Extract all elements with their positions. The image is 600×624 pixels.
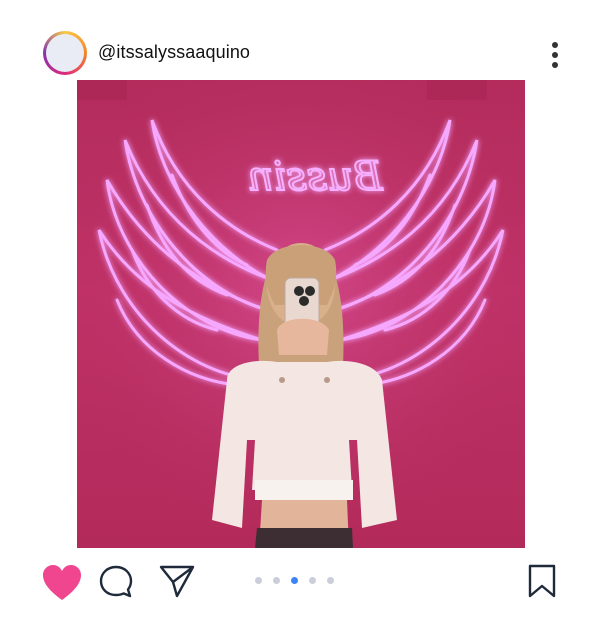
- instagram-post: @itssalyssaaquino Bussin: [0, 0, 600, 624]
- heart-icon[interactable]: [41, 562, 83, 604]
- photo-illustration: Bussin: [77, 80, 525, 548]
- post-photo[interactable]: Bussin: [77, 80, 525, 548]
- action-bar: [0, 548, 600, 624]
- username-label[interactable]: @itssalyssaaquino: [98, 42, 250, 63]
- paper-plane-icon[interactable]: [158, 563, 196, 599]
- avatar[interactable]: [43, 31, 87, 75]
- bookmark-icon[interactable]: [526, 563, 558, 599]
- carousel-indicator: [255, 577, 345, 585]
- carousel-dot-1[interactable]: [255, 577, 262, 584]
- carousel-dot-3[interactable]: [291, 577, 298, 584]
- more-vertical-icon[interactable]: [546, 40, 566, 70]
- carousel-dot-5[interactable]: [327, 577, 334, 584]
- carousel-dot-4[interactable]: [309, 577, 316, 584]
- neon-sign: Bussin: [247, 153, 385, 201]
- post-header: @itssalyssaaquino: [0, 0, 600, 80]
- neon-sign-text: Bussin: [248, 154, 384, 200]
- carousel-dot-2[interactable]: [273, 577, 280, 584]
- comment-bubble-icon[interactable]: [98, 564, 134, 600]
